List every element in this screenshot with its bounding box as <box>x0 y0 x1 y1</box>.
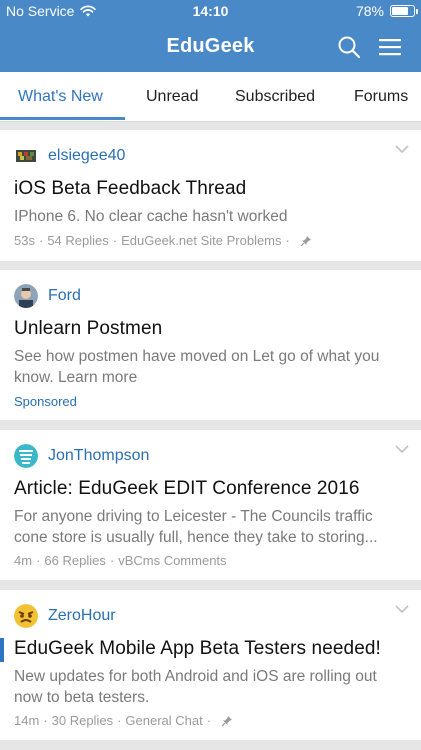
status-right: 78% <box>355 3 418 19</box>
author-row: ZeroHour <box>14 604 116 628</box>
pin-icon <box>221 715 233 726</box>
tab-whats-new[interactable]: What's New <box>18 72 103 122</box>
thread-snippet: IPhone 6. No clear cache hasn't worked <box>14 208 288 225</box>
meta-separator: · <box>36 553 41 568</box>
forum-name[interactable]: vBCms Comments <box>118 553 226 568</box>
reply-count: 30 Replies <box>51 713 114 728</box>
thread-title[interactable]: EduGeek Mobile App Beta Testers needed! <box>14 638 407 660</box>
chevron-down-icon[interactable] <box>395 604 409 614</box>
meta-separator: · <box>38 233 44 248</box>
search-icon <box>338 36 361 59</box>
author-row: elsiegee40 <box>14 144 125 168</box>
ad-snippet: See how postmen have moved on Let go of … <box>14 348 380 386</box>
avatar[interactable] <box>14 604 38 628</box>
meta-separator: · <box>285 233 290 248</box>
thread-time: 4m <box>14 553 33 568</box>
thread-meta: 53s · 54 Replies · EduGeek.net Site Prob… <box>14 233 312 248</box>
feed-item[interactable]: ZeroHour EduGeek Mobile App Beta Testers… <box>0 590 421 740</box>
meta-separator: · <box>112 233 118 248</box>
app-root: No Service 14:10 78% EduGeek What's New … <box>0 0 421 750</box>
author-name[interactable]: Ford <box>48 287 81 305</box>
author-name[interactable]: JonThompson <box>48 447 149 465</box>
forum-name[interactable]: General Chat <box>125 713 202 728</box>
meta-separator: · <box>117 713 122 728</box>
app-header: No Service 14:10 78% EduGeek <box>0 0 421 72</box>
battery-percent: 78% <box>355 3 384 19</box>
author-name[interactable]: elsiegee40 <box>48 147 125 165</box>
thread-title[interactable]: Article: EduGeek EDIT Conference 2016 <box>14 478 407 500</box>
thread-time: 14m <box>14 713 40 728</box>
sponsored-label: Sponsored <box>14 394 77 409</box>
unread-indicator <box>0 638 4 662</box>
thread-time: 53s <box>14 233 35 248</box>
author-row: Ford <box>14 284 81 308</box>
forum-name[interactable]: EduGeek.net Site Problems <box>121 233 281 248</box>
feed-item[interactable]: JonThompson Article: EduGeek EDIT Confer… <box>0 430 421 580</box>
hamburger-menu-icon <box>379 39 401 56</box>
thread-snippet: For anyone driving to Leicester - The Co… <box>14 508 378 546</box>
thread-title[interactable]: iOS Beta Feedback Thread <box>14 178 407 200</box>
author-name[interactable]: ZeroHour <box>48 607 116 625</box>
tab-unread[interactable]: Unread <box>146 72 198 122</box>
avatar[interactable] <box>14 144 38 168</box>
thread-meta: 14m · 30 Replies · General Chat · <box>14 713 233 728</box>
chevron-down-icon[interactable] <box>395 444 409 454</box>
meta-separator: · <box>109 553 115 568</box>
thread-snippet: New updates for both Android and iOS are… <box>14 668 377 706</box>
feed-item[interactable]: elsiegee40 iOS Beta Feedback Thread IPho… <box>0 130 421 261</box>
menu-button[interactable] <box>376 34 404 60</box>
battery-fill <box>392 7 408 15</box>
author-row: JonThompson <box>14 444 149 468</box>
tab-subscribed[interactable]: Subscribed <box>235 72 315 122</box>
battery-icon <box>390 5 418 17</box>
search-button[interactable] <box>335 34 363 60</box>
ad-title[interactable]: Unlearn Postmen <box>14 318 407 340</box>
reply-count: 66 Replies <box>44 553 106 568</box>
avatar[interactable] <box>14 284 38 308</box>
feed-item-sponsored[interactable]: Ford Unlearn Postmen See how postmen hav… <box>0 270 421 420</box>
reply-count: 54 Replies <box>47 233 109 248</box>
chevron-down-icon[interactable] <box>395 144 409 154</box>
pin-icon <box>300 235 311 246</box>
active-tab-indicator <box>0 117 125 120</box>
meta-separator: · <box>206 713 212 728</box>
tab-forums[interactable]: Forums <box>354 72 408 122</box>
meta-separator: · <box>43 713 48 728</box>
tab-bar: What's New Unread Subscribed Forums <box>0 72 421 122</box>
status-bar: No Service 14:10 78% <box>0 0 421 22</box>
avatar[interactable] <box>14 444 38 468</box>
thread-meta: 4m · 66 Replies · vBCms Comments <box>14 553 227 568</box>
